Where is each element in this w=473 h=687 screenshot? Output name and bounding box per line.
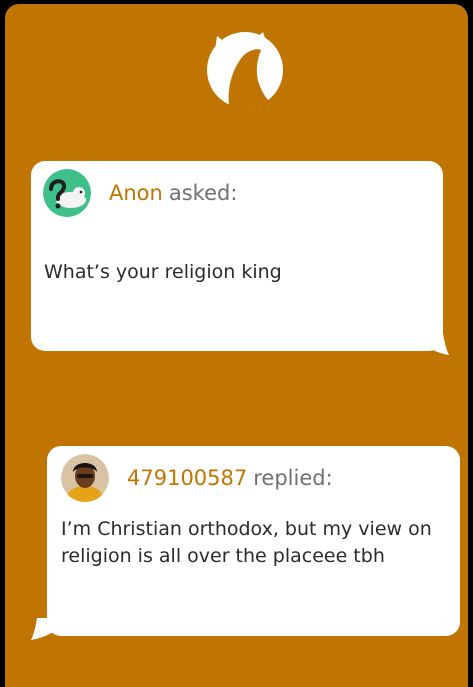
reply-text: I’m Christian orthodox, but my view on r… xyxy=(61,518,432,567)
question-text: What’s your religion king xyxy=(44,261,282,283)
app-background: Anon asked: What’s your religion king 479… xyxy=(5,4,468,687)
question-author[interactable]: Anon xyxy=(109,181,163,205)
reply-attribution: 479100587 replied: xyxy=(127,466,333,490)
user-avatar[interactable] xyxy=(61,454,109,502)
reply-bubble: 479100587 replied: I’m Christian orthodox… xyxy=(31,446,460,640)
bubble-tail xyxy=(31,618,53,640)
anonymous-mascot-icon xyxy=(43,169,91,217)
question-bubble: Anon asked: What’s your religion king xyxy=(31,161,449,355)
question-header: Anon asked: xyxy=(43,169,237,217)
bubble-tail xyxy=(427,333,449,355)
reply-author[interactable]: 479100587 xyxy=(127,466,247,490)
question-attribution: Anon asked: xyxy=(109,181,237,205)
reply-verb: replied: xyxy=(253,466,333,490)
reply-header: 479100587 replied: xyxy=(61,454,333,502)
question-verb: asked: xyxy=(168,181,238,205)
fox-head-icon xyxy=(207,32,283,108)
